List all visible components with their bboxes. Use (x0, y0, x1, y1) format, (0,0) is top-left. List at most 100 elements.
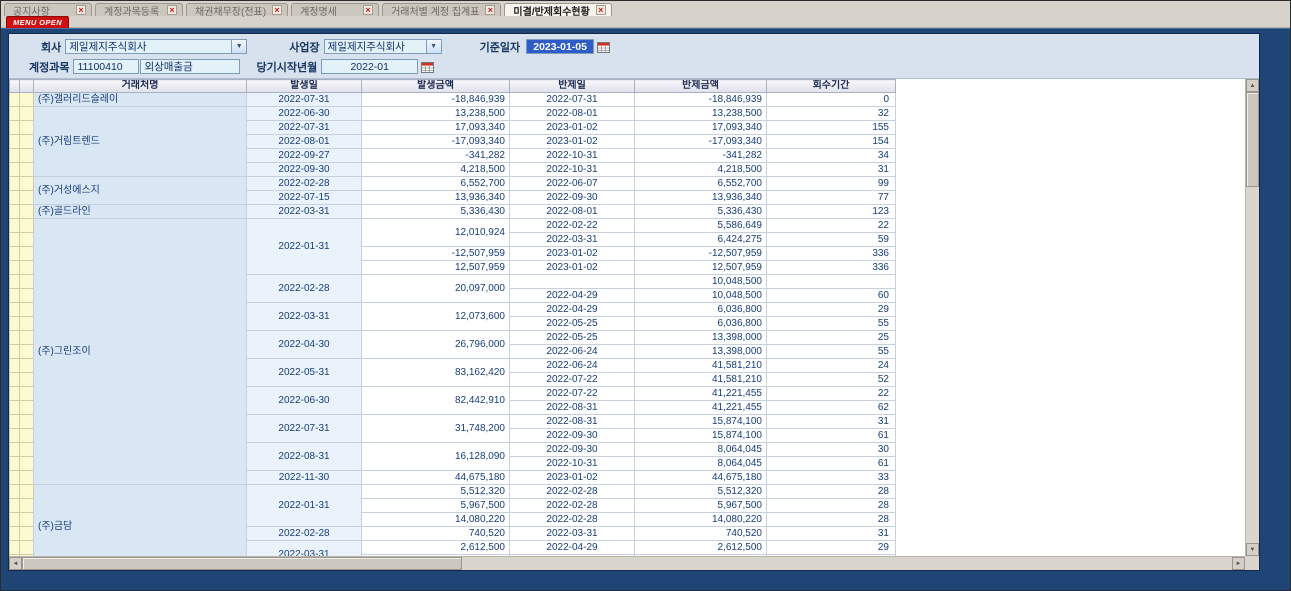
row-selector[interactable] (10, 429, 20, 443)
cell-period[interactable]: 336 (767, 261, 896, 275)
row-selector[interactable] (20, 443, 34, 457)
cell-settle-date[interactable]: 2023-01-02 (510, 471, 635, 485)
tab-customer-account-summary[interactable]: 거래처별 계정 집계표× (382, 3, 501, 16)
chevron-down-icon[interactable]: ▼ (231, 40, 246, 53)
cell-occur-date[interactable]: 2022-07-15 (247, 191, 362, 205)
row-selector[interactable] (10, 541, 20, 555)
row-selector[interactable] (10, 359, 20, 373)
row-selector[interactable] (10, 373, 20, 387)
cell-period[interactable]: 31 (767, 415, 896, 429)
calendar-icon[interactable] (597, 41, 610, 53)
row-selector[interactable] (20, 219, 34, 233)
cell-settle-date[interactable]: 2023-01-02 (510, 261, 635, 275)
row-selector[interactable] (10, 247, 20, 261)
cell-occur-amount[interactable]: 17,093,340 (362, 121, 510, 135)
cell-settle-date[interactable]: 2022-08-01 (510, 205, 635, 219)
cell-period[interactable]: 31 (767, 527, 896, 541)
cell-settle-date[interactable]: 2022-09-30 (510, 443, 635, 457)
chevron-down-icon[interactable]: ▼ (426, 40, 441, 53)
cell-period[interactable]: 22 (767, 387, 896, 401)
cell-settle-date[interactable]: 2022-04-29 (510, 303, 635, 317)
cell-settle-amount[interactable]: 2,612,500 (635, 541, 767, 555)
cell-settle-amount[interactable]: 12,507,959 (635, 261, 767, 275)
cell-settle-date[interactable]: 2022-08-01 (510, 107, 635, 121)
row-selector[interactable] (20, 485, 34, 499)
cell-settle-date[interactable]: 2022-07-22 (510, 387, 635, 401)
row-selector[interactable] (10, 107, 20, 121)
row-selector[interactable] (20, 513, 34, 527)
vertical-scroll-thumb[interactable] (1246, 92, 1259, 187)
row-selector[interactable] (20, 247, 34, 261)
scroll-right-icon[interactable]: ► (1232, 557, 1245, 570)
cell-settle-date[interactable]: 2022-09-30 (510, 429, 635, 443)
scroll-up-icon[interactable]: ▲ (1246, 79, 1259, 92)
cell-occur-date[interactable]: 2022-06-30 (247, 107, 362, 121)
cell-customer[interactable]: (주)금담 (34, 485, 247, 557)
cell-occur-date[interactable]: 2022-06-30 (247, 387, 362, 415)
cell-occur-date[interactable]: 2022-03-31 (247, 205, 362, 219)
row-selector[interactable] (20, 429, 34, 443)
cell-settle-amount[interactable]: 13,398,000 (635, 331, 767, 345)
cell-occur-date[interactable]: 2022-07-31 (247, 415, 362, 443)
horizontal-scrollbar[interactable]: ◄ ► (9, 556, 1245, 570)
row-selector[interactable] (10, 275, 20, 289)
cell-period[interactable]: 55 (767, 317, 896, 331)
cell-occur-amount[interactable]: 740,520 (362, 527, 510, 541)
row-selector[interactable] (20, 289, 34, 303)
row-selector[interactable] (20, 499, 34, 513)
row-selector[interactable] (10, 219, 20, 233)
cell-settle-amount[interactable]: 13,238,500 (635, 107, 767, 121)
cell-occur-amount[interactable]: -341,282 (362, 149, 510, 163)
cell-occur-date[interactable]: 2022-02-28 (247, 177, 362, 191)
cell-settle-date[interactable]: 2022-04-29 (510, 289, 635, 303)
cell-settle-amount[interactable]: -18,846,939 (635, 93, 767, 107)
row-selector[interactable] (10, 457, 20, 471)
row-selector[interactable] (20, 233, 34, 247)
cell-settle-date[interactable]: 2022-08-31 (510, 415, 635, 429)
cell-occur-amount[interactable]: 83,162,420 (362, 359, 510, 387)
row-selector[interactable] (10, 163, 20, 177)
row-selector[interactable] (10, 527, 20, 541)
horizontal-scroll-thumb[interactable] (22, 557, 462, 570)
cell-settle-date[interactable]: 2022-07-22 (510, 373, 635, 387)
row-selector[interactable] (20, 317, 34, 331)
cell-occur-amount[interactable]: 4,218,500 (362, 163, 510, 177)
tab-notice[interactable]: 공지사항× (4, 3, 92, 16)
row-selector[interactable] (20, 471, 34, 485)
cell-period[interactable]: 32 (767, 107, 896, 121)
cell-occur-date[interactable]: 2022-07-31 (247, 121, 362, 135)
row-selector[interactable] (20, 331, 34, 345)
cell-occur-amount[interactable]: -12,507,959 (362, 247, 510, 261)
cell-occur-date[interactable]: 2022-04-30 (247, 331, 362, 359)
cell-period[interactable]: 52 (767, 373, 896, 387)
base-date-input[interactable]: 2023-01-05 (526, 39, 594, 54)
row-selector[interactable] (10, 331, 20, 345)
cell-period[interactable]: 123 (767, 205, 896, 219)
cell-period[interactable]: 28 (767, 499, 896, 513)
cell-period[interactable]: 22 (767, 219, 896, 233)
cell-occur-date[interactable]: 2022-05-31 (247, 359, 362, 387)
cell-period[interactable]: 29 (767, 303, 896, 317)
cell-occur-date[interactable]: 2022-11-30 (247, 471, 362, 485)
row-selector[interactable] (10, 317, 20, 331)
cell-period[interactable]: 30 (767, 443, 896, 457)
row-selector[interactable] (20, 121, 34, 135)
cell-period[interactable]: 25 (767, 331, 896, 345)
site-select[interactable]: 제일제지주식회사 ▼ (324, 39, 442, 54)
cell-settle-amount[interactable]: 41,581,210 (635, 373, 767, 387)
account-name-input[interactable]: 외상매출금 (140, 59, 240, 74)
cell-customer[interactable]: (주)거림트렌드 (34, 107, 247, 177)
cell-settle-amount[interactable]: 17,093,340 (635, 121, 767, 135)
cell-occur-amount[interactable]: 6,552,700 (362, 177, 510, 191)
row-selector[interactable] (20, 275, 34, 289)
cell-settle-amount[interactable]: 41,581,210 (635, 359, 767, 373)
tab-settlement-status[interactable]: 미결/반제회수현황× (504, 3, 611, 16)
cell-settle-date[interactable]: 2023-01-02 (510, 135, 635, 149)
cell-settle-date[interactable]: 2022-10-31 (510, 457, 635, 471)
tab-close-icon[interactable]: × (485, 5, 495, 15)
tab-close-icon[interactable]: × (76, 5, 86, 15)
row-selector[interactable] (20, 163, 34, 177)
cell-settle-amount[interactable]: 13,936,340 (635, 191, 767, 205)
row-selector[interactable] (10, 387, 20, 401)
cell-settle-date[interactable]: 2022-02-22 (510, 219, 635, 233)
